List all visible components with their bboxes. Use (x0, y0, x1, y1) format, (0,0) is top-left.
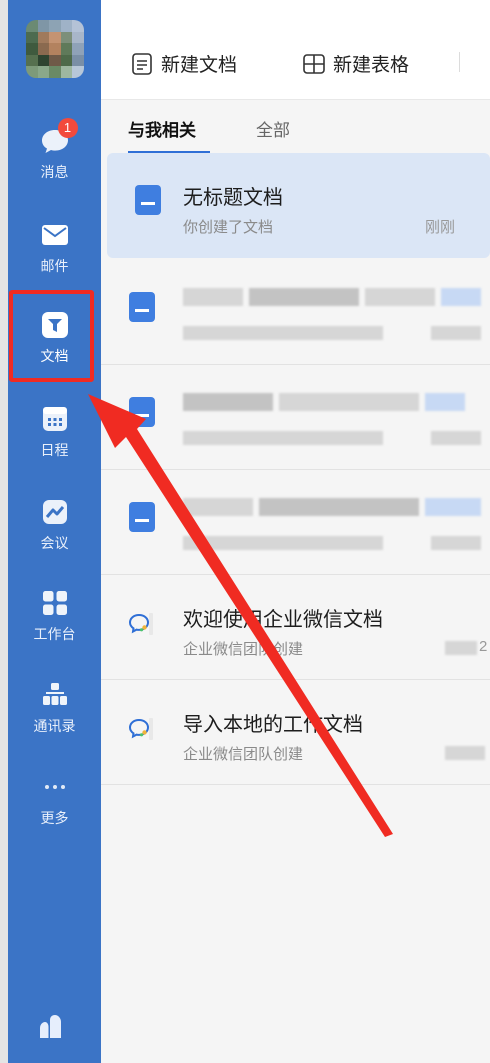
grid-icon (40, 588, 70, 618)
sidebar-item-label: 通讯录 (33, 718, 76, 734)
redacted-title (441, 288, 481, 306)
doc-time: 刚刚 (425, 219, 456, 236)
redacted-time (445, 641, 477, 655)
sidebar-item-calendar[interactable]: 日程 (8, 404, 101, 484)
redacted-title (279, 393, 419, 411)
list-item[interactable]: 导入本地的工作文档 企业微信团队创建 (101, 680, 490, 785)
blue-doc-icon (129, 397, 155, 427)
doc-subtitle: 企业微信团队创建 (183, 746, 304, 763)
blue-doc-icon (135, 185, 161, 215)
redacted-title (183, 288, 243, 306)
list-item[interactable] (101, 260, 490, 365)
redacted-time (431, 536, 481, 550)
blue-doc-icon (129, 292, 155, 322)
unread-badge: 1 (57, 118, 78, 138)
redacted-title (183, 393, 273, 411)
sidebar-item-mail[interactable]: 邮件 (8, 220, 101, 300)
sidebar-item-label: 工作台 (33, 626, 76, 642)
list-item[interactable] (101, 470, 490, 575)
redacted-subtitle (183, 431, 383, 445)
tab-bar: 与我相关 全部 (101, 100, 490, 154)
redacted-subtitle (183, 536, 383, 550)
toolbar: 新建文档 新建表格 (101, 0, 490, 100)
new-sheet-label: 新建表格 (333, 55, 410, 76)
redacted-time (431, 326, 481, 340)
doc-title: 无标题文档 (183, 187, 283, 209)
sidebar: 1 消息 邮件 文档 日程 会议 工作台 通讯录 更多 (8, 0, 101, 1063)
table-outline-icon (303, 53, 325, 74)
more-dots-icon (40, 772, 70, 802)
sidebar-item-label: 邮件 (40, 258, 69, 274)
doc-time: 2 (479, 638, 488, 655)
chat-bubble-icon: 1 (40, 118, 78, 156)
redacted-title (249, 288, 359, 306)
meeting-icon (40, 497, 70, 527)
sidebar-item-messages[interactable]: 1 消息 (8, 118, 101, 206)
doc-subtitle: 你创建了文档 (183, 219, 274, 236)
list-item[interactable]: 无标题文档 你创建了文档 刚刚 (107, 153, 490, 258)
doc-title: 欢迎使用企业微信文档 (183, 609, 383, 631)
sidebar-item-label: 更多 (40, 810, 69, 826)
avatar[interactable] (26, 20, 84, 78)
contacts-icon (40, 680, 70, 710)
redacted-time (445, 746, 485, 760)
redacted-subtitle (183, 326, 383, 340)
doc-title: 导入本地的工作文档 (183, 714, 363, 736)
wecom-doc-icon (129, 718, 153, 740)
mail-icon (40, 220, 70, 250)
tab-related[interactable]: 与我相关 (128, 116, 196, 141)
sidebar-item-meeting[interactable]: 会议 (8, 497, 101, 577)
left-edge-strip (0, 0, 8, 1063)
sidebar-item-workbench[interactable]: 工作台 (8, 588, 101, 668)
new-doc-label: 新建文档 (161, 55, 238, 76)
app-logo-icon[interactable] (36, 1012, 66, 1042)
doc-outline-icon (132, 52, 152, 75)
new-sheet-button[interactable]: 新建表格 (303, 50, 409, 77)
calendar-icon (40, 404, 70, 434)
annotation-highlight-box (9, 290, 94, 382)
redacted-title (425, 498, 481, 516)
sidebar-item-label: 会议 (40, 535, 69, 551)
sidebar-item-label: 日程 (40, 442, 69, 458)
redacted-time (431, 431, 481, 445)
tab-all[interactable]: 全部 (256, 116, 290, 141)
list-item[interactable] (101, 365, 490, 470)
sidebar-item-label: 消息 (40, 164, 69, 180)
redacted-title (183, 498, 253, 516)
toolbar-divider (459, 52, 460, 72)
sidebar-item-more[interactable]: 更多 (8, 772, 101, 852)
doc-subtitle: 企业微信团队创建 (183, 641, 304, 658)
sidebar-item-contacts[interactable]: 通讯录 (8, 680, 101, 760)
redacted-title (365, 288, 435, 306)
list-item[interactable]: 欢迎使用企业微信文档 企业微信团队创建 2 (101, 575, 490, 680)
wecom-doc-icon (129, 613, 153, 635)
redacted-title (259, 498, 419, 516)
redacted-title (425, 393, 465, 411)
new-doc-button[interactable]: 新建文档 (131, 50, 237, 77)
main-panel: 新建文档 新建表格 与我相关 全部 无标题文档 你创建了文档 刚刚 欢迎使用企业… (101, 0, 490, 1063)
blue-doc-icon (129, 502, 155, 532)
